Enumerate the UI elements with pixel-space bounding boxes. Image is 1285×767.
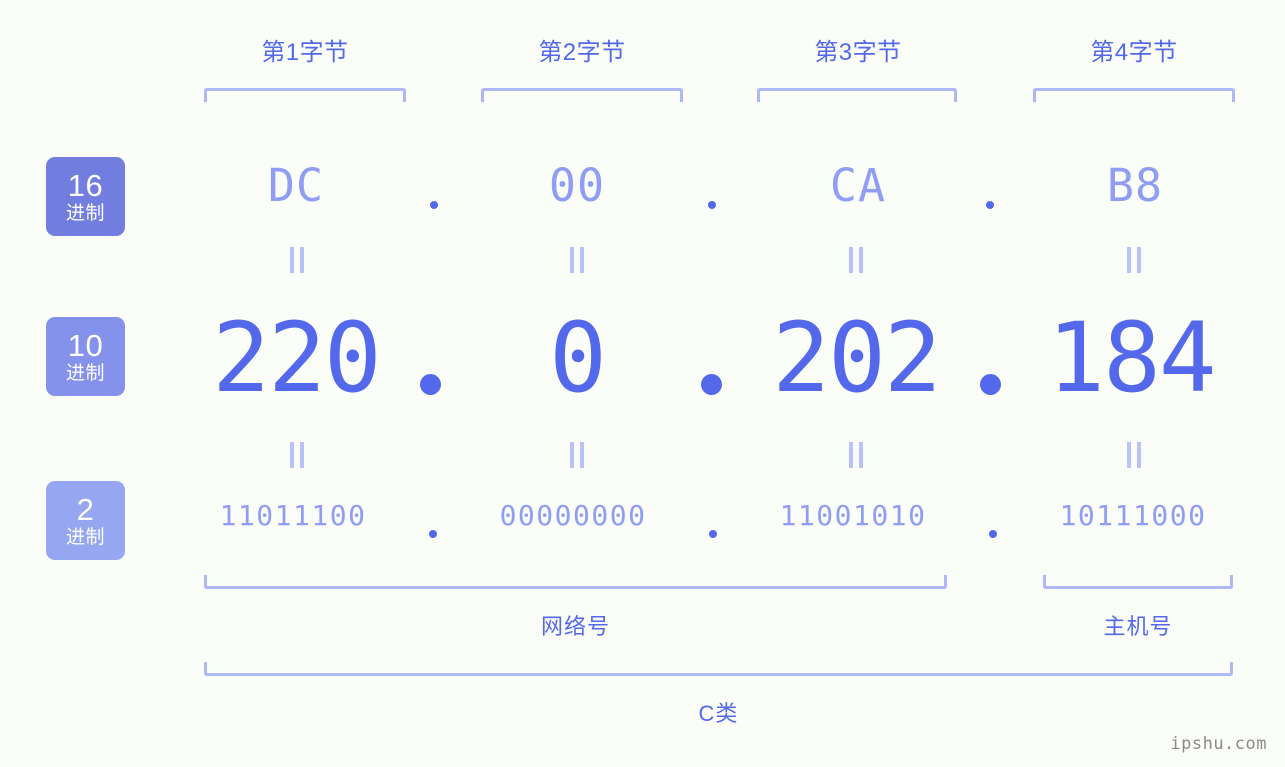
- binary-separator-dot-1: [429, 530, 437, 538]
- equals-sign-dec-bin-3: [845, 442, 867, 468]
- hex-octet-2: 00: [548, 159, 606, 212]
- site-watermark: ipshu.com: [1170, 734, 1267, 754]
- hex-separator-dot-3: [986, 201, 994, 209]
- byte-bracket-1: [204, 88, 406, 102]
- byte-bracket-4: [1033, 88, 1235, 102]
- address-class-label: C类: [698, 701, 739, 726]
- decimal-octet-2: 0: [549, 302, 607, 414]
- equals-sign-hex-dec-1: [286, 247, 308, 273]
- host-portion-bracket: [1043, 575, 1233, 589]
- decimal-octet-4: 184: [1047, 302, 1216, 414]
- base-badge-dec: 10 进制: [46, 317, 125, 396]
- hex-octet-3: CA: [829, 159, 887, 212]
- network-portion-label: 网络号: [540, 614, 610, 639]
- binary-octet-4: 10111000: [1059, 499, 1207, 532]
- equals-sign-hex-dec-2: [566, 247, 588, 273]
- equals-sign-dec-bin-2: [566, 442, 588, 468]
- hex-separator-dot-2: [708, 201, 716, 209]
- host-portion-label: 主机号: [1103, 614, 1173, 639]
- byte-bracket-2: [481, 88, 683, 102]
- binary-separator-dot-2: [709, 530, 717, 538]
- ip-address-breakdown-diagram: 第1字节 第2字节 第3字节 第4字节 16 进制 10 进制 2 进制 DC …: [0, 0, 1285, 767]
- decimal-octet-3: 202: [772, 302, 941, 414]
- base-badge-bin: 2 进制: [46, 481, 125, 560]
- base-badge-hex-number: 16: [67, 168, 104, 203]
- binary-separator-dot-3: [989, 530, 997, 538]
- hex-octet-4: B8: [1106, 159, 1164, 212]
- base-badge-dec-number: 10: [67, 328, 104, 363]
- equals-sign-hex-dec-3: [845, 247, 867, 273]
- binary-octet-2: 00000000: [499, 499, 647, 532]
- base-badge-bin-number: 2: [76, 492, 95, 527]
- binary-octet-1: 11011100: [219, 499, 367, 532]
- base-badge-hex: 16 进制: [46, 157, 125, 236]
- base-badge-dec-suffix: 进制: [65, 363, 105, 384]
- decimal-octet-1: 220: [212, 302, 381, 414]
- equals-sign-hex-dec-4: [1123, 247, 1145, 273]
- network-portion-bracket: [204, 575, 947, 589]
- hex-separator-dot-1: [430, 201, 438, 209]
- address-class-bracket: [204, 662, 1233, 676]
- equals-sign-dec-bin-4: [1123, 442, 1145, 468]
- byte-header-label-4: 第4字节: [1090, 39, 1178, 66]
- hex-octet-1: DC: [267, 159, 325, 212]
- decimal-separator-dot-2: [701, 374, 722, 395]
- decimal-separator-dot-1: [420, 374, 441, 395]
- byte-header-label-2: 第2字节: [538, 39, 626, 66]
- binary-octet-3: 11001010: [779, 499, 927, 532]
- base-badge-hex-suffix: 进制: [65, 203, 105, 224]
- byte-bracket-3: [757, 88, 957, 102]
- base-badge-bin-suffix: 进制: [65, 527, 105, 548]
- byte-header-label-3: 第3字节: [814, 39, 902, 66]
- decimal-separator-dot-3: [980, 374, 1001, 395]
- byte-header-label-1: 第1字节: [261, 39, 349, 66]
- equals-sign-dec-bin-1: [286, 442, 308, 468]
